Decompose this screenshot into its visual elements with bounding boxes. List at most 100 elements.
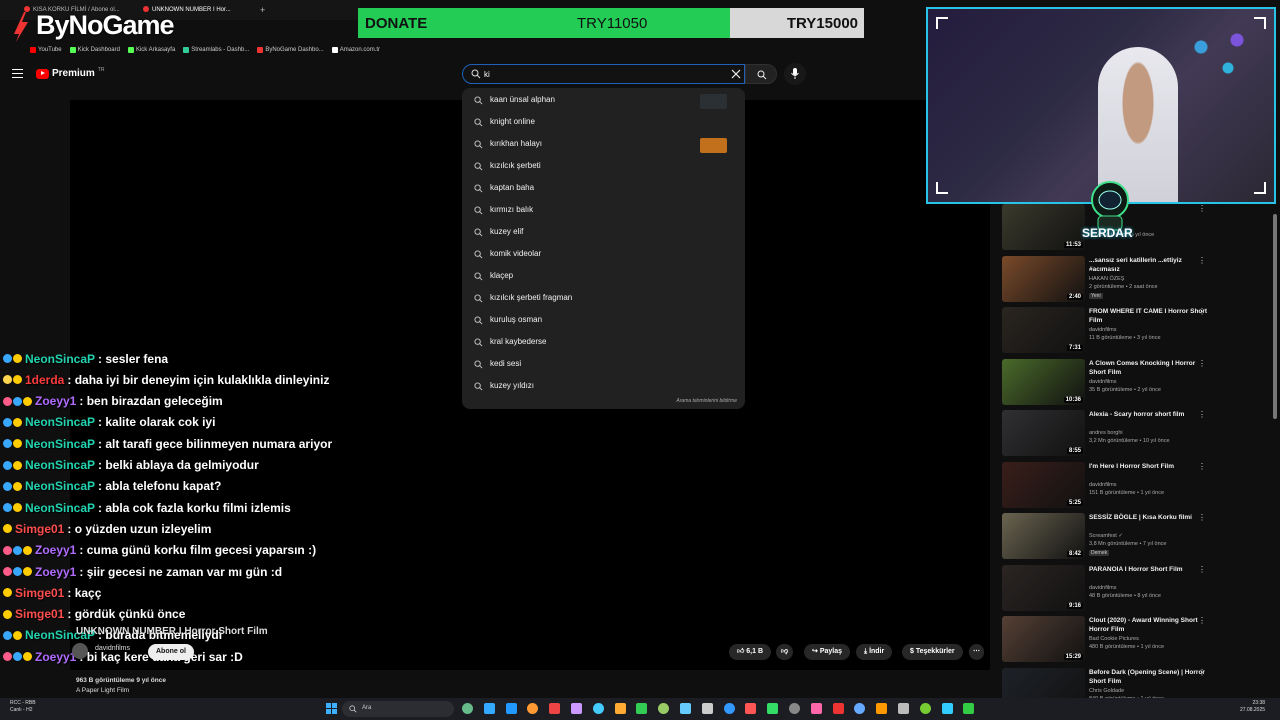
search-suggestion[interactable]: kızılcık şerbeti — [462, 156, 745, 178]
search-suggestion[interactable]: kuzey yıldızı — [462, 376, 745, 398]
video-thumbnail[interactable]: 9:16 — [1002, 564, 1085, 611]
taskbar-app-icon[interactable] — [701, 703, 713, 714]
video-title[interactable]: Before Dark (Opening Scene) | Horror Sho… — [1089, 668, 1209, 686]
search-suggestion[interactable]: kaptan baha — [462, 178, 745, 200]
bookmark-youtube[interactable]: YouTube — [30, 44, 62, 56]
video-title[interactable]: Clout (2020) - Award Winning Short Horro… — [1089, 616, 1209, 634]
taskbar-app-icon[interactable] — [592, 703, 604, 714]
video-thumbnail[interactable]: 15:29 — [1002, 616, 1085, 662]
channel-name[interactable]: davidnfilms — [1089, 585, 1117, 591]
more-vertical-icon[interactable]: ⋮ — [1198, 204, 1206, 214]
channel-name[interactable]: davidnfilms — [95, 645, 130, 652]
bookmark-kick-dashboard[interactable]: Kick Dashboard — [69, 44, 120, 56]
menu-icon[interactable] — [12, 69, 23, 78]
video-title[interactable]: PARANOIA I Horror Short Film — [1089, 565, 1209, 574]
search-suggestion[interactable]: knight online — [462, 112, 745, 134]
share-button[interactable]: ↪ Paylaş — [804, 644, 851, 660]
video-title[interactable]: Alexia - Scary horror short film — [1089, 410, 1209, 419]
video-thumbnail[interactable]: 11:53 — [1002, 204, 1085, 250]
download-button[interactable]: ⤓ İndir — [856, 644, 893, 660]
channel-name[interactable]: davidnfilms — [1089, 379, 1117, 385]
taskbar-app-icon[interactable] — [745, 703, 757, 714]
video-thumbnail[interactable]: 7:31 — [1002, 307, 1085, 353]
video-thumbnail[interactable]: 10:36 — [1002, 358, 1085, 405]
windows-start-icon[interactable] — [326, 703, 337, 714]
clear-search-icon[interactable] — [730, 68, 742, 80]
video-title[interactable]: FROM WHERE IT CAME I Horror Short Film — [1089, 307, 1209, 325]
search-suggestion[interactable]: komik videolar — [462, 244, 745, 266]
search-button[interactable] — [745, 64, 777, 84]
video-thumbnail[interactable]: 8:42 — [1002, 513, 1085, 559]
new-tab-button[interactable]: + — [260, 2, 270, 18]
recommended-video[interactable]: 2:40 ...sansız seri katillerin ...ettiyiz… — [1002, 255, 1272, 304]
search-input[interactable] — [484, 66, 724, 82]
taskbar-app-icon[interactable] — [941, 703, 953, 714]
channel-name[interactable]: davidnfilms — [1089, 482, 1117, 488]
taskbar-app-icon[interactable] — [483, 703, 495, 714]
youtube-premium-logo[interactable]: Premium TR — [36, 67, 104, 79]
recommended-video[interactable]: 5:25 I'm Here I Horror Short Film davidnfi… — [1002, 461, 1272, 510]
bookmark-kick-arkasayfa[interactable]: Kick Arkasayfa — [127, 44, 175, 56]
sidebar-scrollbar[interactable] — [1273, 214, 1277, 419]
more-vertical-icon[interactable]: ⋮ — [1198, 668, 1206, 678]
taskbar-app-icon[interactable] — [614, 703, 626, 714]
bookmark-amazon[interactable]: Amazon.com.tr — [331, 44, 380, 56]
taskbar-app-icon[interactable] — [571, 703, 582, 714]
video-thumbnail[interactable]: 2:40 — [1002, 255, 1085, 302]
video-title[interactable]: A Clown Comes Knocking I Horror Short Fi… — [1089, 359, 1209, 377]
report-suggestions-link[interactable]: Arama tahminlerini bildirme — [676, 398, 737, 404]
taskbar-app-icon[interactable] — [462, 703, 473, 714]
taskbar-app-icon[interactable] — [810, 703, 822, 714]
taskbar-search[interactable] — [342, 701, 454, 717]
more-vertical-icon[interactable]: ⋮ — [1198, 616, 1206, 626]
taskbar-app-icon[interactable] — [767, 703, 779, 714]
search-suggestion[interactable]: kral kaybederse — [462, 332, 745, 354]
taskbar-app-icon[interactable] — [898, 703, 909, 714]
more-vertical-icon[interactable]: ⋮ — [1198, 307, 1206, 317]
taskbar-app-icon[interactable] — [919, 703, 931, 714]
like-button[interactable]: 👍︎ 6,1 B — [729, 644, 772, 660]
more-actions-button[interactable]: ⋯ — [969, 644, 984, 660]
channel-name[interactable]: HAKAN ÖZEŞ — [1089, 276, 1124, 282]
taskbar-app-icon[interactable] — [876, 703, 888, 714]
search-suggestion[interactable]: kızılcık şerbeti fragman — [462, 288, 745, 310]
taskbar-app-icon[interactable] — [789, 703, 800, 714]
bookmark-bynogame[interactable]: ByNoGame Dashbo... — [257, 44, 324, 56]
search-suggestion[interactable]: kırmızı balık — [462, 200, 745, 222]
thanks-button[interactable]: $ Teşekkürler — [902, 644, 963, 660]
channel-name[interactable]: Chris Goldade — [1089, 688, 1124, 694]
more-vertical-icon[interactable]: ⋮ — [1198, 462, 1206, 472]
recommended-video[interactable]: 15:29 Clout (2020) - Award Winning Short … — [1002, 616, 1272, 664]
search-suggestion[interactable]: kaan ünsal alphan — [462, 90, 745, 112]
taskbar-app-icon[interactable] — [680, 703, 691, 714]
taskbar-app-icon[interactable] — [723, 703, 735, 714]
taskbar-app-icon[interactable] — [832, 703, 844, 714]
more-vertical-icon[interactable]: ⋮ — [1198, 359, 1206, 369]
video-thumbnail[interactable]: 8:55 — [1002, 410, 1085, 456]
channel-avatar[interactable] — [72, 643, 88, 659]
dislike-button[interactable]: 👎︎ — [776, 644, 794, 660]
voice-search-button[interactable] — [784, 63, 806, 85]
video-title[interactable]: SESSİZ BÖGLE | Kısa Korku filmi — [1089, 513, 1209, 522]
video-thumbnail[interactable]: 5:25 — [1002, 461, 1085, 508]
taskbar-clock[interactable]: 23:38 27.08.2025 — [1240, 700, 1265, 714]
more-vertical-icon[interactable]: ⋮ — [1198, 256, 1206, 266]
recommended-video[interactable]: 8:42 SESSİZ BÖGLE | Kısa Korku filmi Screa… — [1002, 513, 1272, 561]
more-vertical-icon[interactable]: ⋮ — [1198, 513, 1206, 523]
channel-name[interactable]: davidnfilms — [1089, 327, 1117, 333]
search-suggestion[interactable]: klaçep — [462, 266, 745, 288]
channel-name[interactable]: andres borghi — [1089, 430, 1123, 436]
channel-name[interactable]: Screamfest ✓ — [1089, 533, 1123, 539]
recommended-video[interactable]: 10:36 A Clown Comes Knocking I Horror Sho… — [1002, 358, 1272, 407]
search-suggestion[interactable]: kırıkhan halayı — [462, 134, 745, 156]
video-title[interactable]: ...sansız seri katillerin ...ettiyiz #ac… — [1089, 256, 1209, 274]
search-suggestion[interactable]: kuzey elif — [462, 222, 745, 244]
subscribe-button[interactable]: Abone ol — [148, 644, 194, 660]
video-title[interactable]: I'm Here I Horror Short Film — [1089, 462, 1209, 471]
search-suggestion[interactable]: kedi sesi — [462, 354, 745, 376]
bookmark-streamlabs[interactable]: Streamlabs - Dashb... — [183, 44, 249, 56]
recommended-video[interactable]: 9:16 PARANOIA I Horror Short Film davidnfi… — [1002, 564, 1272, 613]
search-suggestion[interactable]: kuruluş osman — [462, 310, 745, 332]
taskbar-app-icon[interactable] — [505, 703, 517, 714]
video-description[interactable]: A Paper Light Film — [76, 687, 129, 694]
